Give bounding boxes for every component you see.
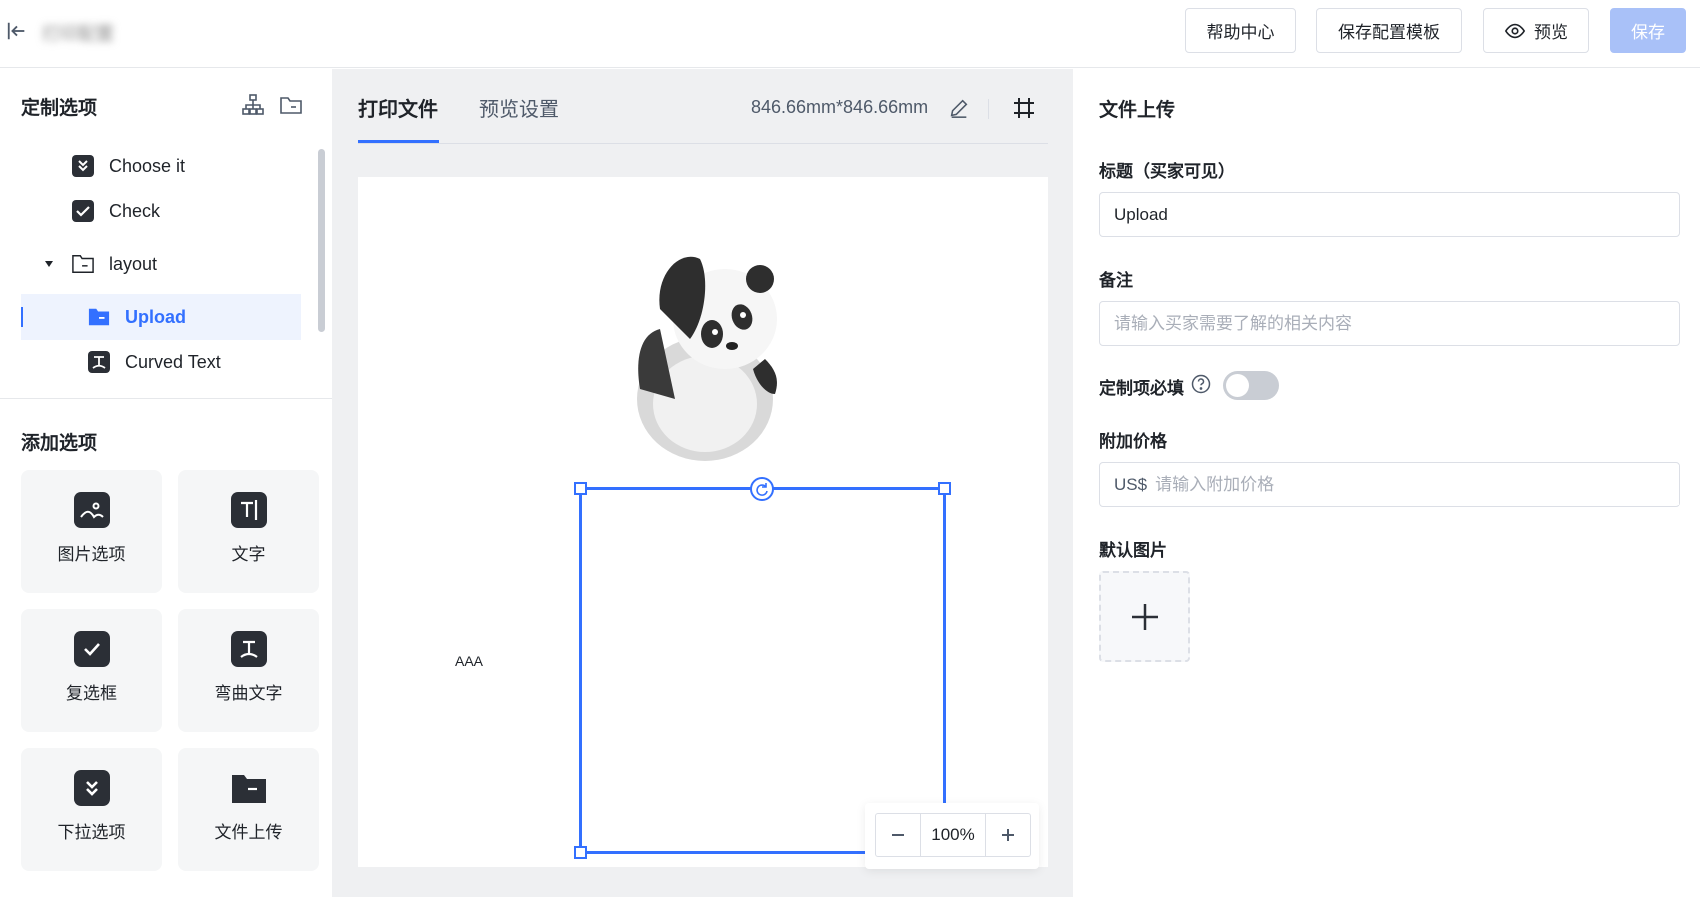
folder-icon (231, 770, 267, 806)
checkbox-icon (72, 200, 94, 222)
add-curved-text-card[interactable]: 弯曲文字 (178, 609, 319, 732)
note-field-label: 备注 (1099, 271, 1133, 290)
add-text-card[interactable]: 文字 (178, 470, 319, 593)
resize-handle-top-right[interactable] (938, 482, 951, 495)
card-label: 文字 (231, 545, 266, 564)
curved-text-icon (88, 351, 110, 373)
plus-icon (1002, 829, 1014, 841)
tree-item-choose-it[interactable]: Choose it (72, 143, 301, 189)
tree-item-label: Check (109, 200, 161, 221)
add-file-upload-card[interactable]: 文件上传 (178, 748, 319, 871)
price-field-label: 附加价格 (1099, 432, 1167, 451)
tree-item-label: Choose it (109, 155, 186, 176)
crop-icon[interactable] (1012, 96, 1036, 120)
eye-icon (1504, 23, 1526, 38)
canvas-area: 打印文件 预览设置 846.66mm*846.66mm AAA 100% (332, 69, 1073, 897)
tree-scrollbar[interactable] (318, 149, 326, 401)
folder-add-icon[interactable] (279, 93, 303, 117)
canvas-dimensions: 846.66mm*846.66mm (751, 97, 929, 117)
card-label: 弯曲文字 (214, 684, 283, 703)
tab-divider (358, 143, 1048, 144)
folder-icon (72, 253, 94, 275)
folder-upload-icon (88, 306, 110, 328)
exit-icon[interactable] (6, 20, 28, 42)
scroll-thumb[interactable] (318, 149, 325, 332)
price-field[interactable]: US$ (1099, 462, 1680, 507)
dropdown-icon (72, 155, 94, 177)
default-image-label: 默认图片 (1099, 541, 1167, 560)
resize-handle-top-left[interactable] (574, 482, 587, 495)
tree-item-label: Curved Text (125, 351, 221, 372)
tab-preview-settings[interactable]: 预览设置 (479, 93, 559, 122)
dropdown-icon (73, 770, 110, 806)
rotate-icon (756, 483, 768, 496)
hierarchy-icon[interactable] (241, 93, 265, 117)
tab-print-file[interactable]: 打印文件 (358, 93, 438, 122)
tree-item-label: layout (109, 253, 158, 274)
canvas-text-element[interactable]: AAA (455, 653, 483, 669)
add-checkbox-card[interactable]: 复选框 (21, 609, 162, 732)
panel-title: 文件上传 (1099, 100, 1176, 121)
zoom-level: 100% (920, 814, 986, 856)
zoom-control: 100% (865, 803, 1039, 869)
tree-item-label: Upload (125, 306, 186, 327)
add-dropdown-card[interactable]: 下拉选项 (21, 748, 162, 871)
print-canvas[interactable]: AAA (358, 177, 1048, 867)
option-tree: Choose it Check layout Upload Curved Tex… (0, 143, 314, 395)
checkbox-icon (73, 631, 110, 667)
toggle-knob (1226, 374, 1249, 397)
help-center-button[interactable]: 帮助中心 (1185, 8, 1296, 53)
note-input[interactable] (1099, 301, 1680, 346)
text-icon (230, 492, 267, 528)
edit-icon[interactable] (948, 97, 970, 119)
required-label: 定制项必填 (1099, 379, 1184, 398)
tree-item-curved-text[interactable]: Curved Text (21, 339, 301, 385)
preview-button[interactable]: 预览 (1483, 8, 1589, 53)
image-icon (73, 492, 110, 528)
title-input[interactable] (1099, 192, 1680, 237)
tree-item-check[interactable]: Check (72, 188, 301, 234)
save-button[interactable]: 保存 (1610, 8, 1686, 53)
default-image-upload[interactable] (1099, 571, 1190, 662)
curved-text-icon (230, 631, 267, 667)
preview-label: 预览 (1534, 23, 1568, 42)
card-label: 文件上传 (214, 823, 283, 842)
properties-panel: 文件上传 标题（买家可见） 备注 定制项必填 附加价格 US$ 默认图片 (1073, 69, 1700, 897)
panda-image[interactable] (620, 249, 790, 464)
tree-item-upload[interactable]: Upload (21, 294, 301, 340)
divider (988, 99, 989, 119)
divider (0, 398, 332, 399)
zoom-out-button[interactable] (876, 814, 920, 856)
zoom-group: 100% (875, 813, 1031, 857)
upload-selection-box[interactable] (574, 477, 951, 859)
save-template-button[interactable]: 保存配置模板 (1316, 8, 1462, 53)
title-field-label: 标题（买家可见） (1099, 162, 1235, 181)
card-label: 复选框 (66, 684, 117, 703)
required-toggle[interactable] (1223, 371, 1279, 400)
custom-options-title: 定制选项 (21, 98, 98, 119)
left-panel: 定制选项 Choose it Check layout Upload Curve… (0, 69, 332, 897)
plus-icon (1131, 603, 1158, 630)
currency-prefix: US$ (1114, 474, 1148, 494)
caret-down-icon[interactable] (44, 259, 54, 269)
price-input[interactable] (1155, 464, 1679, 505)
rotate-handle[interactable] (750, 477, 774, 501)
zoom-in-button[interactable] (986, 814, 1030, 856)
add-options-title: 添加选项 (21, 433, 98, 454)
card-label: 图片选项 (57, 545, 126, 564)
add-image-option-card[interactable]: 图片选项 (21, 470, 162, 593)
card-label: 下拉选项 (57, 823, 126, 842)
question-circle-icon[interactable] (1191, 374, 1211, 394)
resize-handle-bottom-left[interactable] (574, 846, 587, 859)
tree-item-layout[interactable]: layout (44, 241, 301, 287)
app-title: 打印配置 (42, 24, 114, 44)
top-bar: 打印配置 帮助中心 保存配置模板 预览 保存 (0, 0, 1700, 68)
minus-icon (892, 834, 904, 836)
